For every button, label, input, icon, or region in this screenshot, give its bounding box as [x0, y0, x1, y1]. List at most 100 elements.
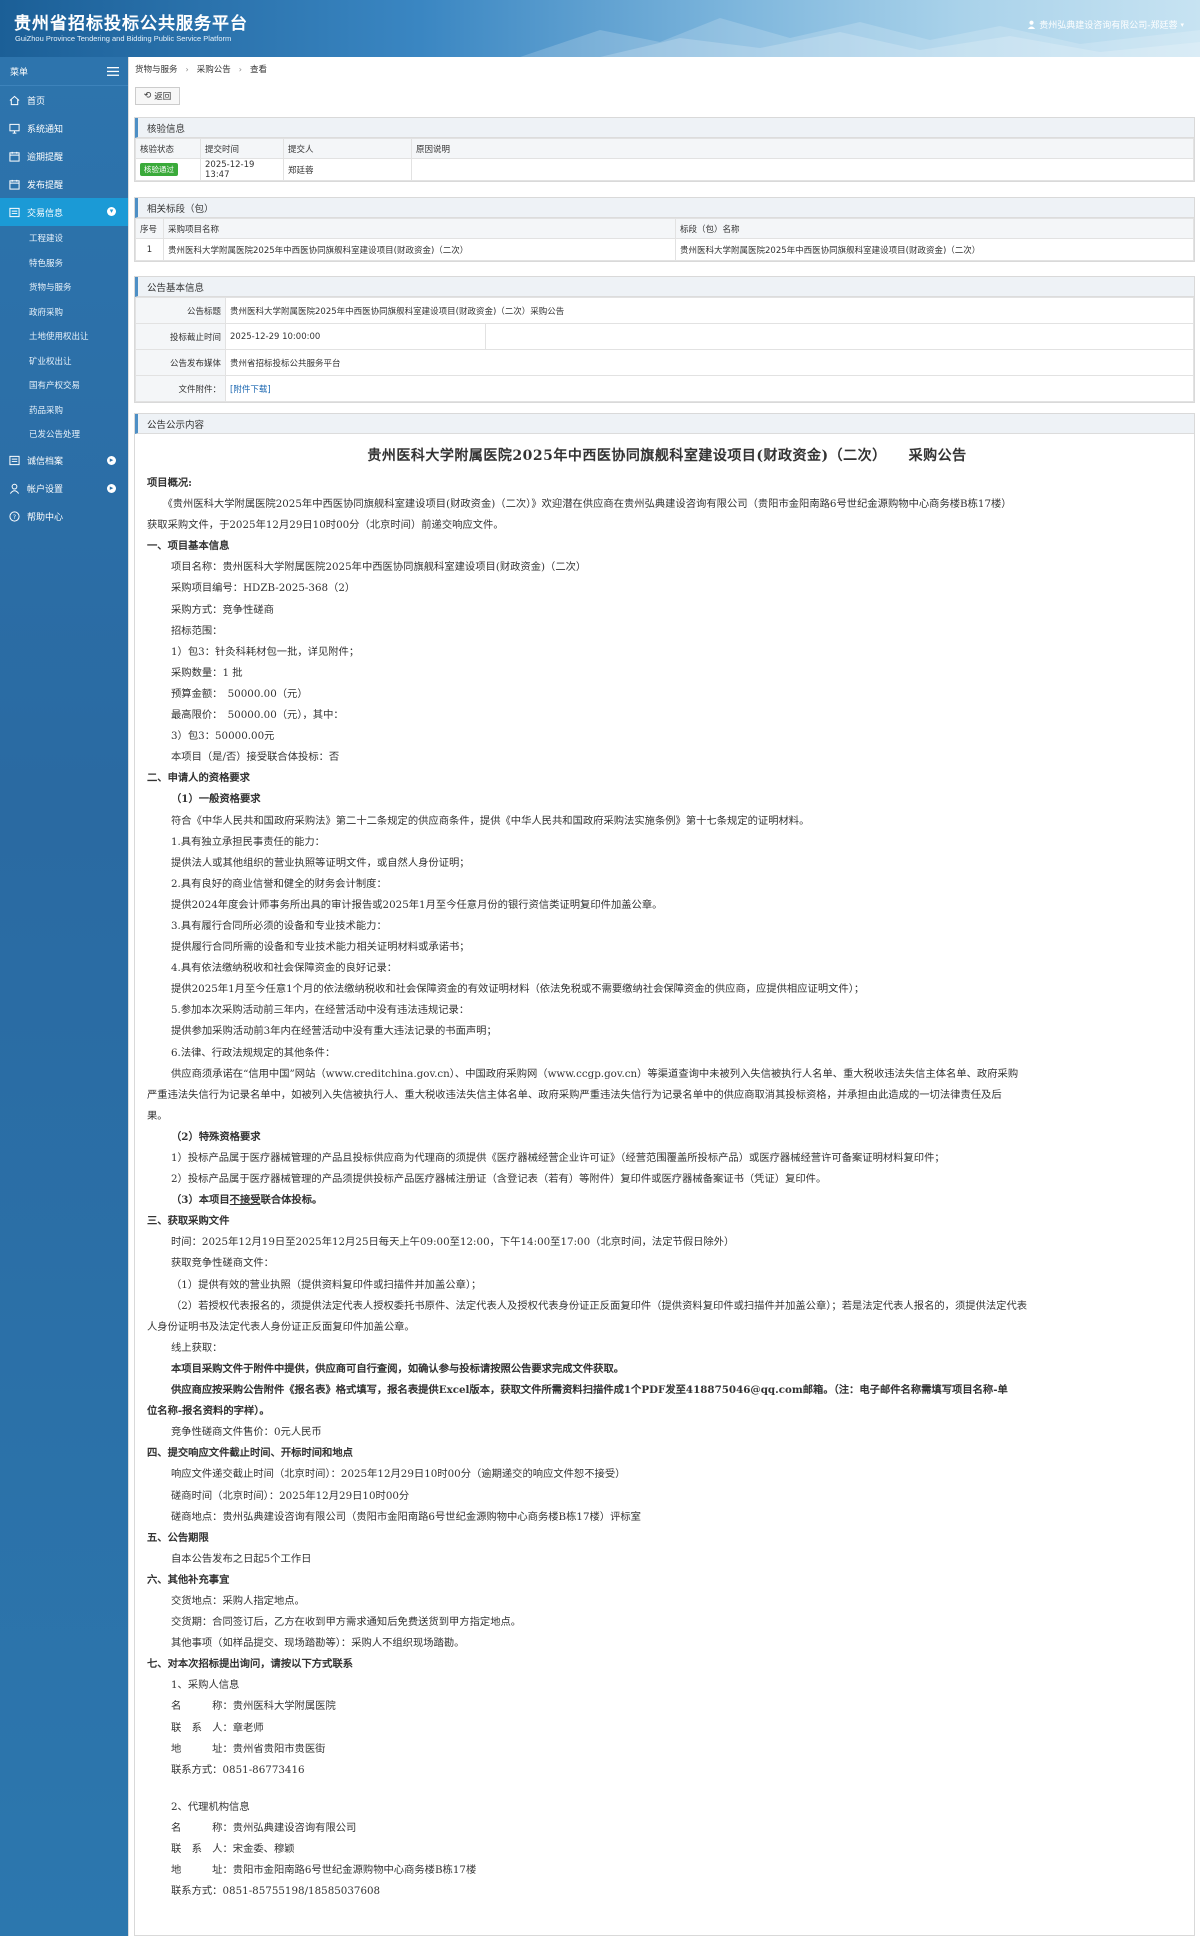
platform-title: 贵州省招标投标公共服务平台	[14, 14, 248, 34]
sidebar-item-label: 首页	[27, 96, 46, 107]
sidebar-sub-item[interactable]: 土地使用权出让	[0, 324, 128, 349]
document-body: 项目概况: 《贵州医科大学附属医院2025年中西医协同旗舰科室建设项目(财政资金…	[147, 473, 1187, 1902]
sections-table: 序号 采购项目名称 标段（包）名称 1 贵州医科大学附属医院2025年中西医协同…	[135, 218, 1194, 261]
breadcrumb-item[interactable]: 货物与服务	[135, 63, 178, 75]
document-line: 提供参加采购活动前3年内在经营活动中没有重大违法记录的书面声明；	[171, 1025, 497, 1038]
sidebar-item-trade[interactable]: 交易信息 ▾	[0, 198, 128, 226]
review-table: 核验状态 提交时间 提交人 原因说明 核验通过 2025-12-19 13:47…	[135, 138, 1194, 181]
document-line: 时间：2025年12月19日至2025年12月25日每天上午09:00至12:0…	[171, 1236, 735, 1249]
sidebar-item-overdue[interactable]: 逾期提醒	[0, 142, 128, 170]
document-line: 提供法人或其他组织的营业执照等证明文件，或自然人身份证明；	[171, 856, 470, 869]
document-line: 线上获取：	[171, 1341, 223, 1354]
chevron-down-icon: ▾	[107, 207, 116, 216]
panel-title: 公告公示内容	[135, 414, 1194, 434]
row-number: 1	[135, 238, 164, 261]
panel-title: 公告基本信息	[135, 277, 1194, 297]
sidebar-sub-item[interactable]: 工程建设	[0, 226, 128, 251]
notice-document: 贵州医科大学附属医院2025年中西医协同旗舰科室建设项目(财政资金)（二次） 采…	[147, 439, 1187, 1902]
document-line: 地 址：贵州省贵阳市贵医街	[171, 1742, 326, 1755]
sidebar-sub-item[interactable]: 特色服务	[0, 251, 128, 276]
back-button-label: 返回	[154, 92, 172, 102]
sidebar-sub-item[interactable]: 药品采购	[0, 398, 128, 423]
field-label: 投标截止时间	[135, 323, 226, 350]
sidebar-item-help[interactable]: ? 帮助中心	[0, 503, 128, 531]
home-icon	[9, 95, 20, 105]
document-line: 交货地点：采购人指定地点。	[171, 1594, 305, 1607]
table-header: 核验状态	[135, 138, 201, 159]
field-label: 文件附件：	[135, 375, 226, 402]
basic-info-table: 公告标题 贵州医科大学附属医院2025年中西医协同旗舰科室建设项目(财政资金)（…	[135, 297, 1194, 402]
user-icon	[1028, 20, 1036, 29]
user-menu[interactable]: 贵州弘典建设咨询有限公司-郑廷蓉 ▾	[1027, 18, 1184, 31]
document-line: （2）若授权代表报名的，须提供法定代表人授权委托书原件、法定代表人及授权代表身份…	[171, 1299, 1028, 1312]
document-line: 2、代理机构信息	[171, 1800, 250, 1813]
top-header: 贵州省招标投标公共服务平台 GuiZhou Province Tendering…	[0, 0, 1200, 57]
document-line: 提供2024年度会计师事务所出具的审计报告或2025年1月至今任意月份的银行资信…	[171, 898, 663, 911]
chevron-right-icon: ▸	[107, 483, 116, 493]
document-line: 本项目采购文件于附件中提供，供应商可自行查阅，如确认参与投标请按照公告要求完成文…	[171, 1362, 625, 1375]
document-line: 联 系 人：章老师	[171, 1721, 264, 1734]
help-icon: ?	[9, 511, 20, 522]
chevron-right-icon: ›	[185, 64, 189, 74]
document-line: 名 称：贵州弘典建设咨询有限公司	[171, 1821, 357, 1834]
document-line: 招标范围：	[171, 624, 223, 637]
project-name: 贵州医科大学附属医院2025年中西医协同旗舰科室建设项目(财政资金)（二次）	[163, 238, 676, 261]
sidebar-item-label: 发布提醒	[27, 180, 64, 191]
sidebar-sub-item[interactable]: 已发公告处理	[0, 422, 128, 447]
back-button[interactable]: ⟲ 返回	[135, 87, 180, 105]
field-label: 公告标题	[135, 297, 226, 324]
document-line: 地 址：贵阳市金阳南路6号世纪金源购物中心商务楼B栋17楼	[171, 1864, 477, 1877]
sidebar-sub-item[interactable]: 国有产权交易	[0, 373, 128, 398]
sidebar-item-notice[interactable]: 系统通知	[0, 114, 128, 142]
attachment-download-link[interactable]: [附件下载]	[230, 385, 271, 395]
document-line: 响应文件递交截止时间（北京时间）：2025年12月29日10时00分（逾期递交的…	[171, 1468, 626, 1481]
document-line: 1）包3：针灸科耗材包一批，详见附件；	[171, 645, 360, 658]
sidebar-sub-item[interactable]: 政府采购	[0, 300, 128, 325]
document-line: 供应商须承诺在“信用中国”网站（www.creditchina.gov.cn）、…	[171, 1067, 1019, 1080]
document-line: 其他事项（如样品提交、现场踏勘等）：采购人不组织现场踏勘。	[171, 1637, 465, 1650]
document-line: 人身份证明书及法定代表人身份证正反面复印件加盖公章。	[147, 1320, 415, 1333]
main-content: 货物与服务 › 采购公告 › 查看 ⟲ 返回 核验信息 核验状态 提交时间 提交…	[128, 57, 1200, 1936]
table-header: 提交时间	[200, 138, 284, 159]
sidebar-sub-item[interactable]: 货物与服务	[0, 275, 128, 300]
publish-media: 贵州省招标投标公共服务平台	[225, 349, 1194, 376]
sidebar-item-home[interactable]: 首页	[0, 86, 128, 114]
breadcrumb-item[interactable]: 采购公告	[197, 63, 231, 75]
sidebar-sub-item[interactable]: 矿业权出让	[0, 349, 128, 374]
basic-info-panel: 公告基本信息 公告标题 贵州医科大学附属医院2025年中西医协同旗舰科室建设项目…	[134, 276, 1195, 403]
document-line: 符合《中华人民共和国政府采购法》第二十二条规定的供应商条件，提供《中华人民共和国…	[171, 814, 810, 827]
document-line: 获取竞争性磋商文件：	[171, 1257, 274, 1270]
sidebar-item-label: 逾期提醒	[27, 152, 64, 163]
document-line: 采购项目编号：HDZB-2025-368（2）	[171, 582, 356, 595]
document-line: 交货期：合同签订后，乙方在收到甲方需求通知后免费送货到甲方指定地点。	[171, 1616, 522, 1629]
sidebar-item-publish[interactable]: 发布提醒	[0, 170, 128, 198]
document-line: 1、采购人信息	[171, 1679, 240, 1692]
reason	[411, 158, 1194, 181]
list-icon	[9, 455, 20, 466]
sidebar-item-account[interactable]: 帐户设置 ▸	[0, 475, 128, 503]
table-header: 标段（包）名称	[675, 218, 1194, 239]
section-heading: 六、其他补充事宜	[147, 1573, 230, 1586]
hamburger-icon[interactable]	[107, 66, 119, 76]
sidebar-header: 菜单	[0, 57, 128, 86]
section-heading: 七、对本次招标提出询问，请按以下方式联系	[147, 1658, 353, 1671]
table-header: 提交人	[283, 138, 412, 159]
section-name: 贵州医科大学附属医院2025年中西医协同旗舰科室建设项目(财政资金)（二次）	[675, 238, 1194, 261]
sidebar-item-credit[interactable]: 诚信档案 ▸	[0, 447, 128, 475]
submitter: 郑廷蓉	[283, 158, 412, 181]
document-line: 名 称：贵州医科大学附属医院	[171, 1700, 336, 1713]
document-line: 1）投标产品属于医疗器械管理的产品且投标供应商为代理商的须提供《医疗器械经营企业…	[171, 1152, 945, 1164]
document-line: （1）一般资格要求	[171, 793, 261, 806]
table-header: 序号	[135, 218, 164, 239]
table-row: 1 贵州医科大学附属医院2025年中西医协同旗舰科室建设项目(财政资金)（二次）…	[135, 238, 1194, 261]
review-panel: 核验信息 核验状态 提交时间 提交人 原因说明 核验通过 2025-12-19 …	[134, 117, 1195, 182]
document-line: 6.法律、行政法规规定的其他条件：	[171, 1046, 336, 1059]
platform-subtitle: GuiZhou Province Tendering and Bidding P…	[15, 34, 232, 43]
table-header: 采购项目名称	[163, 218, 676, 239]
document-line: 3）包3：50000.00元	[171, 730, 275, 743]
document-line: 2.具有良好的商业信誉和健全的财务会计制度：	[171, 877, 387, 890]
document-line	[147, 1781, 1187, 1797]
document-line: 联 系 人：宋金委、穆颖	[171, 1843, 295, 1855]
document-line: 采购数量：1 批	[171, 666, 243, 679]
sidebar-item-label: 帐户设置	[27, 485, 64, 495]
